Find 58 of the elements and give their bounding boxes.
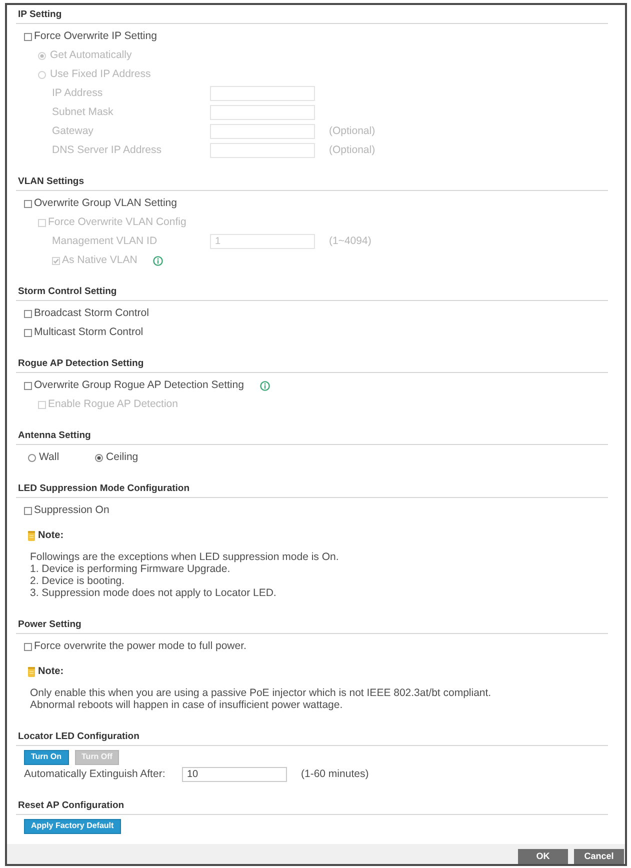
dialog-button[interactable]: Cancel <box>574 849 624 864</box>
info-icon[interactable] <box>260 380 270 390</box>
radio-button[interactable] <box>95 454 104 462</box>
radio-button[interactable] <box>28 454 36 462</box>
checkbox[interactable] <box>24 642 32 650</box>
note-text: 3. Suppression mode does not apply to Locator LED. <box>30 587 276 599</box>
action-button[interactable]: Turn On <box>24 750 69 764</box>
checkbox[interactable] <box>24 200 32 208</box>
field-hint: (Optional) <box>329 124 376 139</box>
checkbox[interactable] <box>24 310 32 318</box>
note-title: Note: <box>38 529 64 543</box>
note-text: Abnormal reboots will happen in case of insufficient power wattage. <box>30 699 343 711</box>
section-title: Reset AP Configuration <box>18 798 124 813</box>
section-title: Antenna Setting <box>18 428 91 443</box>
note-text: 2. Device is booting. <box>30 575 125 587</box>
field-hint: (1-60 minutes) <box>301 766 369 782</box>
text-field[interactable]: 10 <box>182 767 287 782</box>
field-label: Gateway <box>52 124 94 139</box>
section-title: IP Setting <box>18 8 62 22</box>
note-text: Only enable this when you are using a passive PoE injector which is not IEEE 802.3at/bt compliant. <box>30 687 492 699</box>
field-hint: (1~4094) <box>329 234 372 249</box>
option-label: Enable Rogue AP Detection <box>48 396 178 412</box>
checkbox[interactable] <box>24 328 32 336</box>
section-title: LED Suppression Mode Configuration <box>18 482 190 496</box>
option-label: Overwrite Group Rogue AP Detection Setting <box>34 378 244 393</box>
field-hint: (Optional) <box>329 142 376 158</box>
note-title: Note: <box>38 665 64 679</box>
note-icon <box>28 666 35 676</box>
section-title: Power Setting <box>18 618 82 632</box>
option-label: Broadcast Storm Control <box>34 306 149 321</box>
note-text: Followings are the exceptions when LED suppression mode is On. <box>30 551 339 563</box>
option-label: Force Overwrite VLAN Config <box>48 214 186 230</box>
option-label: Wall <box>39 450 60 465</box>
field-label: IP Address <box>52 86 104 101</box>
option-label: Force overwrite the power mode to full power. <box>34 638 246 654</box>
checkbox[interactable] <box>24 382 32 390</box>
field-label: Subnet Mask <box>52 104 114 120</box>
option-label: Use Fixed IP Address <box>50 66 151 82</box>
option-label: Suppression On <box>34 502 110 518</box>
section-title: Locator LED Configuration <box>18 730 140 744</box>
option-label: Get Automatically <box>50 48 132 63</box>
option-label: Overwrite Group VLAN Setting <box>34 196 177 211</box>
section-title: VLAN Settings <box>18 174 84 189</box>
option-label: Force Overwrite IP Setting <box>34 28 157 44</box>
field-label: Automatically Extinguish After: <box>24 766 166 782</box>
option-label: Multicast Storm Control <box>34 324 144 340</box>
field-label: DNS Server IP Address <box>52 142 163 158</box>
option-label: As Native VLAN <box>62 252 138 268</box>
section-title: Storm Control Setting <box>18 284 117 299</box>
checkbox[interactable] <box>24 32 32 40</box>
dialog-button[interactable]: OK <box>518 849 568 864</box>
note-text: 1. Device is performing Firmware Upgrade. <box>30 563 230 575</box>
section-title: Rogue AP Detection Setting <box>18 356 144 371</box>
checkbox[interactable] <box>24 506 32 514</box>
note-icon <box>28 530 35 540</box>
option-label: Ceiling <box>106 450 138 465</box>
field-label: Management VLAN ID <box>52 234 158 249</box>
action-button[interactable]: Apply Factory Default <box>24 818 121 834</box>
